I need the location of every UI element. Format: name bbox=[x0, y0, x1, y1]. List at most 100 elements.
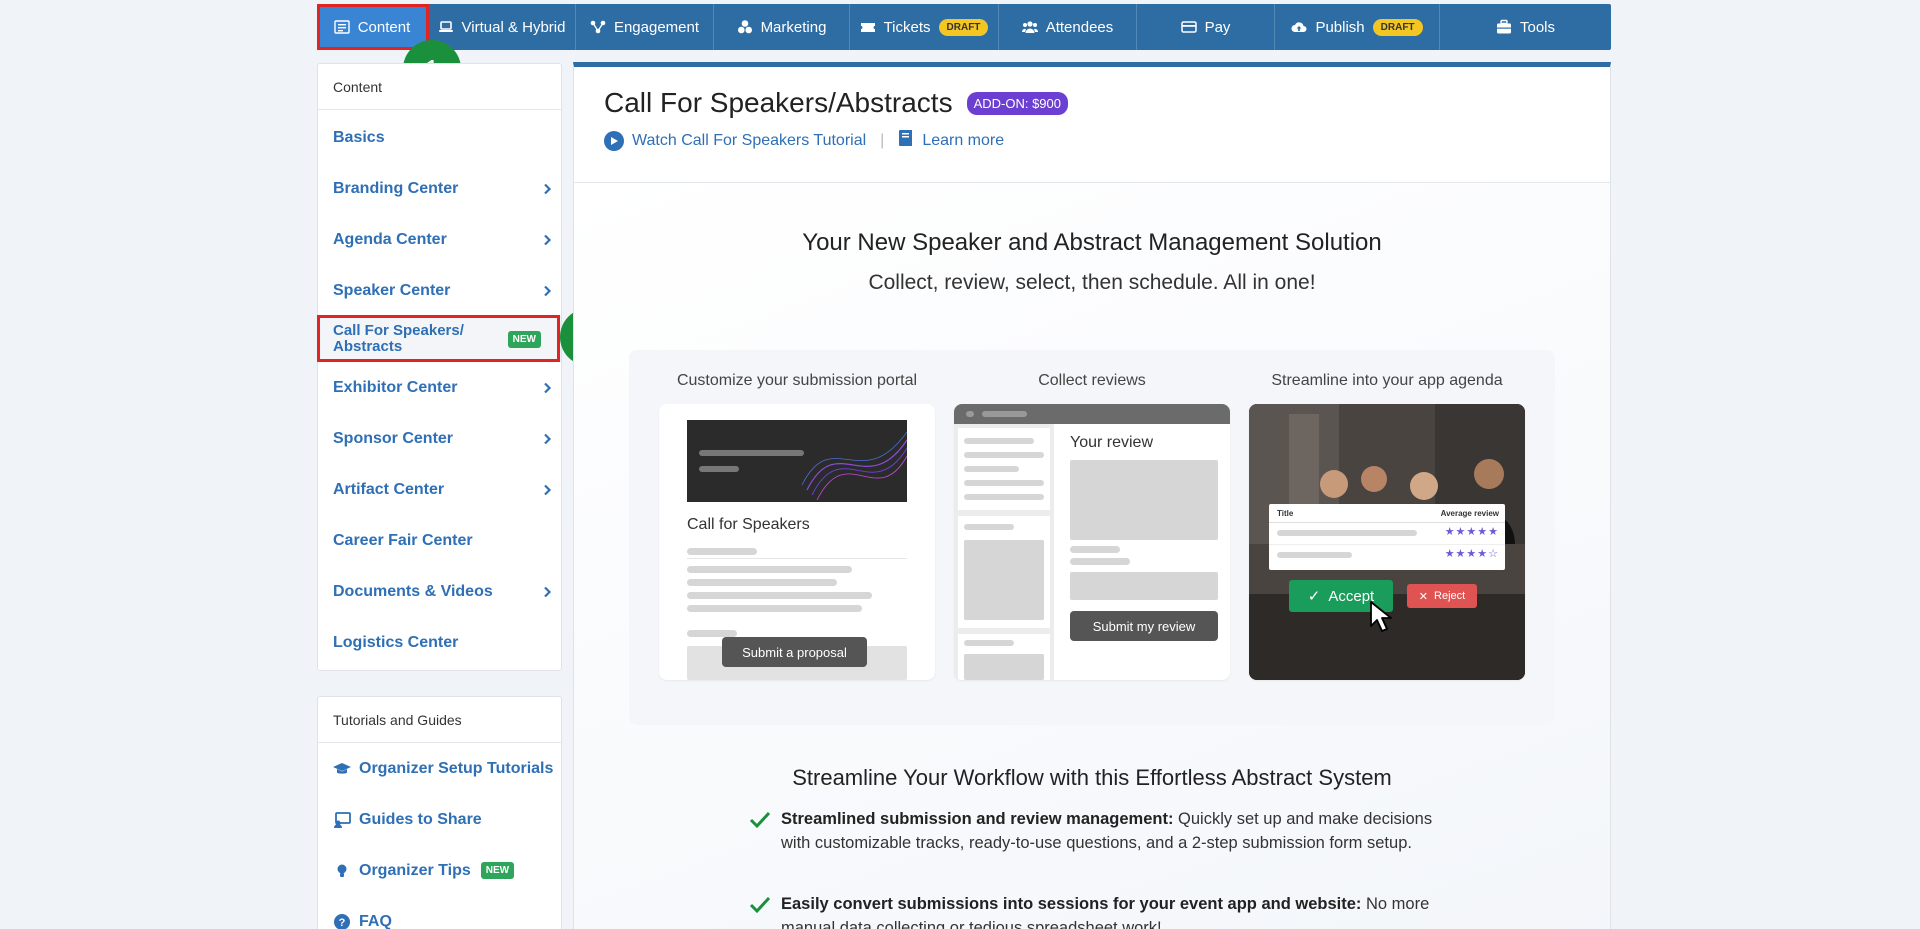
guide-item-label: Organizer Tips bbox=[359, 861, 471, 879]
laptop-icon bbox=[438, 19, 454, 35]
chevron-right-icon bbox=[541, 484, 553, 496]
submit-proposal-button: Submit a proposal bbox=[722, 637, 867, 667]
feature-collect-reviews: Collect reviews Your review Submit my re… bbox=[954, 372, 1230, 680]
guides-header: Tutorials and Guides bbox=[318, 697, 561, 743]
benefit-title: Streamlined submission and review manage… bbox=[781, 810, 1174, 828]
sidebar-item-sponsor-center[interactable]: Sponsor Center bbox=[318, 413, 561, 464]
portal-card-title: Call for Speakers bbox=[687, 516, 810, 533]
feature-caption: Collect reviews bbox=[1038, 372, 1146, 389]
workflow-title: Streamline Your Workflow with this Effor… bbox=[792, 765, 1392, 790]
benefit-item: Streamlined submission and review manage… bbox=[749, 807, 1449, 855]
lightbulb-icon bbox=[333, 862, 351, 880]
book-icon bbox=[898, 129, 914, 152]
page-title: Call For Speakers/Abstracts bbox=[604, 87, 953, 118]
content-icon bbox=[334, 19, 350, 35]
question-icon: ? bbox=[333, 913, 351, 929]
sidebar-item-basics[interactable]: Basics bbox=[318, 112, 561, 163]
sidebar-item-exhibitor-center[interactable]: Exhibitor Center bbox=[318, 362, 561, 413]
sidebar-item-agenda-center[interactable]: Agenda Center bbox=[318, 214, 561, 265]
nav-tab-label: Engagement bbox=[613, 18, 700, 36]
table-review-header: Average review bbox=[1440, 509, 1499, 518]
chevron-right-icon bbox=[541, 382, 553, 394]
sidebar-item-label: Artifact Center bbox=[333, 480, 445, 498]
ticket-icon bbox=[860, 19, 876, 35]
guide-item-organizer-setup-tutorials[interactable]: Organizer Setup Tutorials bbox=[318, 743, 561, 794]
nav-tab-tickets[interactable]: Tickets DRAFT bbox=[850, 4, 999, 50]
checkmark-icon bbox=[749, 893, 771, 915]
share-screen-icon bbox=[333, 811, 351, 829]
sidebar-item-label: Exhibitor Center bbox=[333, 378, 458, 396]
check-icon: ✓ bbox=[1307, 588, 1321, 605]
benefit-title: Easily convert submissions into sessions… bbox=[781, 895, 1362, 913]
feature-illustration-reviews: Your review Submit my review bbox=[954, 404, 1230, 680]
feature-caption: Streamline into your app agenda bbox=[1271, 372, 1503, 389]
nav-tab-engagement[interactable]: Engagement bbox=[576, 4, 714, 50]
benefit-item: Easily convert submissions into sessions… bbox=[749, 892, 1449, 929]
nav-tab-attendees[interactable]: Attendees bbox=[999, 4, 1137, 50]
nav-tab-label: Tools bbox=[1519, 18, 1556, 36]
feature-streamline-agenda: Streamline into your app agenda Title Av… bbox=[1249, 372, 1525, 680]
hero-title: Your New Speaker and Abstract Management… bbox=[802, 229, 1382, 256]
play-icon bbox=[604, 130, 624, 151]
chevron-right-icon bbox=[541, 433, 553, 445]
sidebar-guides-card: Tutorials and Guides Organizer Setup Tut… bbox=[317, 696, 562, 929]
attendees-icon bbox=[1021, 19, 1038, 35]
graduation-cap-icon bbox=[333, 760, 351, 778]
sidebar-item-logistics-center[interactable]: Logistics Center bbox=[318, 617, 561, 668]
feature-panel: Customize your submission portal Call fo… bbox=[629, 350, 1555, 725]
learn-more-link[interactable]: Learn more bbox=[898, 129, 1004, 152]
nav-tab-content[interactable]: Content bbox=[317, 4, 428, 50]
review-card-title: Your review bbox=[1070, 434, 1154, 451]
guide-item-faq[interactable]: ? FAQ bbox=[318, 896, 561, 929]
chevron-right-icon bbox=[541, 586, 553, 598]
svg-text:?: ? bbox=[339, 917, 346, 929]
feature-caption: Customize your submission portal bbox=[676, 372, 918, 389]
main-header: Call For Speakers/Abstracts ADD-ON: $900… bbox=[574, 67, 1610, 183]
nav-tab-publish[interactable]: Publish DRAFT bbox=[1275, 4, 1440, 50]
guide-item-guides-to-share[interactable]: Guides to Share bbox=[318, 794, 561, 845]
guide-item-label: FAQ bbox=[359, 912, 392, 929]
agenda-review-table: Title Average review ★★★★★ ★★★★☆ bbox=[1269, 504, 1505, 570]
sidebar-item-label: Basics bbox=[333, 128, 385, 146]
sidebar-item-artifact-center[interactable]: Artifact Center bbox=[318, 464, 561, 515]
feature-customize-portal: Customize your submission portal Call fo… bbox=[659, 372, 935, 680]
card-icon bbox=[1180, 19, 1197, 35]
engagement-icon bbox=[590, 19, 606, 35]
nav-tab-tools[interactable]: Tools bbox=[1440, 4, 1611, 50]
feature-illustration-portal: Call for Speakers Submit a proposal bbox=[659, 404, 935, 680]
chevron-right-icon bbox=[541, 285, 553, 297]
sidebar-item-speaker-center[interactable]: Speaker Center bbox=[318, 265, 561, 316]
sidebar-header: Content bbox=[318, 64, 561, 110]
nav-tab-label: Publish bbox=[1315, 18, 1365, 36]
main-body: Your New Speaker and Abstract Management… bbox=[574, 183, 1610, 929]
new-badge: NEW bbox=[507, 330, 541, 348]
nav-tab-marketing[interactable]: Marketing bbox=[714, 4, 850, 50]
toolbox-icon bbox=[1496, 19, 1512, 35]
table-title-header: Title bbox=[1277, 509, 1294, 518]
sidebar-item-label: Call For Speakers/ Abstracts bbox=[333, 322, 464, 355]
sidebar-item-branding-center[interactable]: Branding Center bbox=[318, 163, 561, 214]
sidebar-item-label: Branding Center bbox=[333, 179, 459, 197]
reject-button-illustration: ✕ Reject bbox=[1407, 584, 1477, 608]
draft-badge: DRAFT bbox=[1372, 18, 1423, 36]
sidebar-item-documents-videos[interactable]: Documents & Videos bbox=[318, 566, 561, 617]
checkmark-icon bbox=[749, 808, 771, 830]
watch-tutorial-link[interactable]: Watch Call For Speakers Tutorial bbox=[604, 130, 866, 151]
sidebar-item-label: Speaker Center bbox=[333, 281, 451, 299]
main-panel: Call For Speakers/Abstracts ADD-ON: $900… bbox=[573, 62, 1611, 929]
close-icon: ✕ bbox=[1418, 590, 1429, 603]
guide-item-label: Guides to Share bbox=[359, 810, 482, 828]
sidebar-item-career-fair-center[interactable]: Career Fair Center bbox=[318, 515, 561, 566]
submit-review-button: Submit my review bbox=[1070, 611, 1218, 641]
nav-tab-label: Virtual & Hybrid bbox=[461, 18, 566, 36]
cloud-upload-icon bbox=[1291, 19, 1307, 35]
nav-tab-label: Marketing bbox=[760, 18, 827, 36]
guide-item-organizer-tips[interactable]: Organizer Tips NEW bbox=[318, 845, 561, 896]
feature-illustration-agenda: Title Average review ★★★★★ ★★★★☆ ✓ Accept… bbox=[1249, 404, 1525, 680]
nav-tab-pay[interactable]: Pay bbox=[1137, 4, 1275, 50]
marketing-icon bbox=[737, 19, 753, 35]
nav-tab-virtual-hybrid[interactable]: Virtual & Hybrid bbox=[428, 4, 576, 50]
nav-tab-label: Content bbox=[357, 18, 411, 36]
nav-tab-label: Tickets bbox=[883, 18, 931, 36]
sidebar-item-call-for-speakers[interactable]: Call For Speakers/ Abstracts NEW bbox=[318, 316, 561, 362]
